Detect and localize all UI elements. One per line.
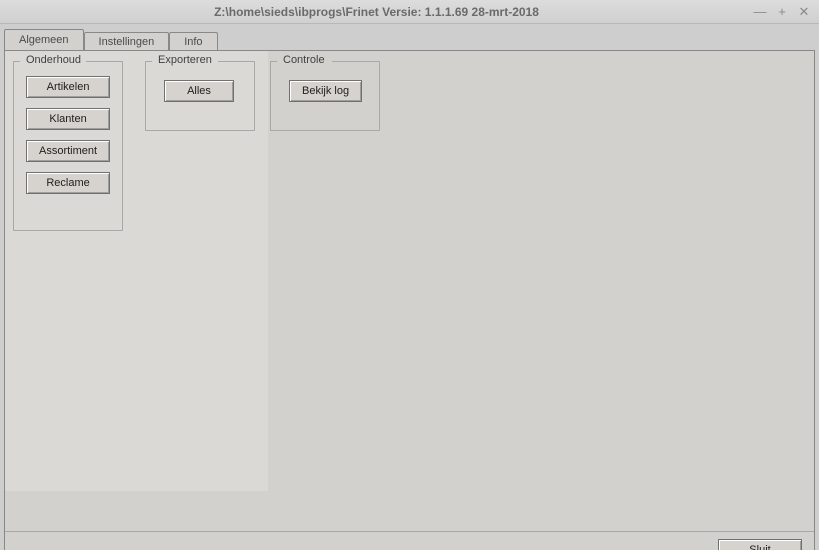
klanten-button[interactable]: Klanten: [26, 108, 110, 130]
tab-instellingen[interactable]: Instellingen: [84, 32, 170, 51]
assortiment-button[interactable]: Assortiment: [26, 140, 110, 162]
group-exporteren: Exporteren Alles: [145, 61, 255, 131]
sluit-button[interactable]: Sluit: [718, 539, 802, 550]
artikelen-button[interactable]: Artikelen: [26, 76, 110, 98]
group-onderhoud: Onderhoud Artikelen Klanten Assortiment …: [13, 61, 123, 231]
group-controle: Controle Bekijk log: [270, 61, 380, 131]
tab-strip: Algemeen Instellingen Info: [4, 28, 815, 50]
window-title: Z:\home\sieds\ibprogs\Frinet Versie: 1.1…: [6, 5, 747, 19]
footer-bar: Sluit: [5, 531, 814, 550]
alles-button[interactable]: Alles: [164, 80, 234, 102]
group-exporteren-legend: Exporteren: [154, 54, 216, 66]
group-controle-legend: Controle: [279, 54, 329, 66]
close-icon[interactable]: ✕: [795, 3, 813, 21]
tab-panel: Onderhoud Artikelen Klanten Assortiment …: [4, 50, 815, 550]
tab-info[interactable]: Info: [169, 32, 217, 51]
reclame-button[interactable]: Reclame: [26, 172, 110, 194]
maximize-icon[interactable]: +: [773, 3, 791, 21]
bekijk-log-button[interactable]: Bekijk log: [289, 80, 362, 102]
minimize-icon[interactable]: —: [751, 3, 769, 21]
tab-algemeen[interactable]: Algemeen: [4, 29, 84, 50]
group-onderhoud-legend: Onderhoud: [22, 54, 85, 66]
titlebar: Z:\home\sieds\ibprogs\Frinet Versie: 1.1…: [0, 0, 819, 24]
